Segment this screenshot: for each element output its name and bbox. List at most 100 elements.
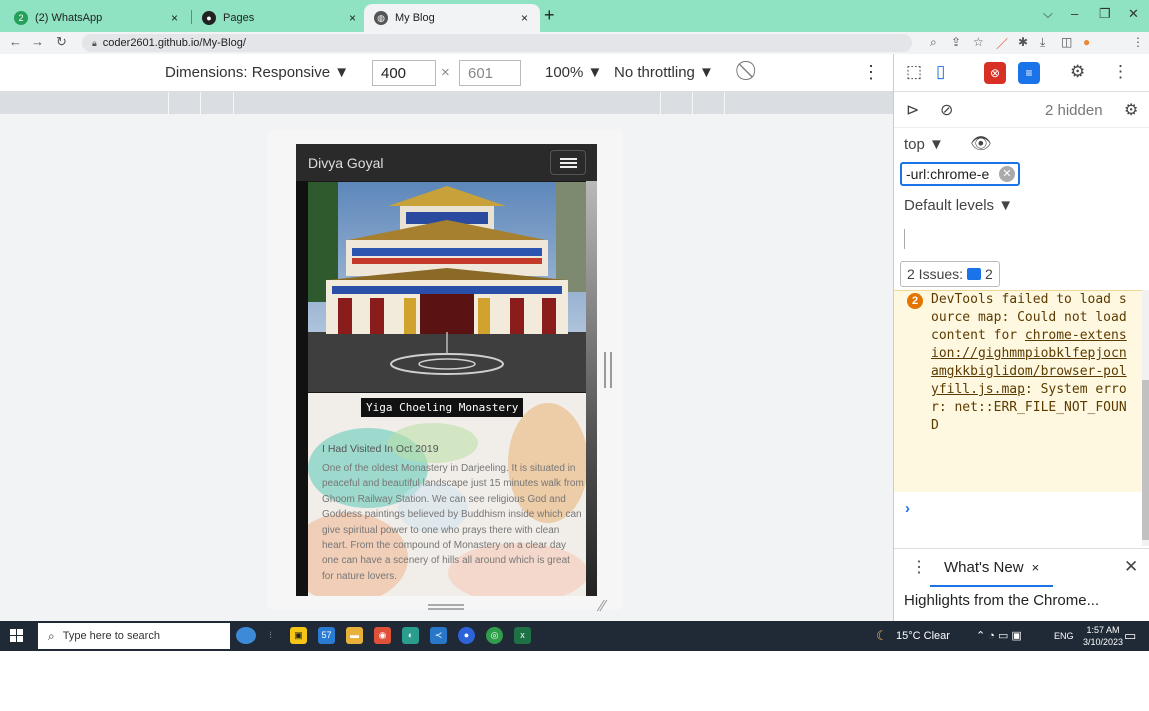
excel-icon[interactable]: x <box>514 627 531 644</box>
windows-taskbar: ⌕ Type here to search ⫶ ▣ 57 ▬ ◉ ◐ ≺ ● ◎… <box>0 621 1149 651</box>
resize-handle-corner[interactable]: ∕∕ <box>600 598 605 616</box>
device-toggle-icon[interactable]: ▯ <box>936 62 945 82</box>
devtools-menu-icon[interactable]: ⋮ <box>1112 62 1129 82</box>
tab-label: (2) WhatsApp <box>35 12 103 24</box>
resize-handle-right[interactable] <box>604 352 612 388</box>
viewport-stage: Divya Goyal I Had Visited In Oct 2019 On… <box>0 114 893 621</box>
log-levels-dropdown[interactable]: Default levels ▼ <box>904 197 1013 214</box>
moon-weather-icon: ☾ <box>876 628 888 643</box>
height-input[interactable]: 601 <box>459 60 521 86</box>
dimensions-dropdown[interactable]: Dimensions: Responsive ▼ <box>165 64 349 81</box>
issues-badge-icon[interactable]: ≡ <box>1018 62 1040 84</box>
clock[interactable]: 1:57 AM 3/10/2023 <box>1083 624 1123 648</box>
file-explorer-icon[interactable]: ▬ <box>346 627 363 644</box>
zoom-icon[interactable]: ● <box>458 627 475 644</box>
side-panel-icon[interactable]: ◫ <box>1061 35 1072 49</box>
forward-arrow-icon[interactable]: → <box>31 34 44 49</box>
extensions-puzzle-icon[interactable]: ✱ <box>1018 35 1028 49</box>
sidebar-toggle-icon[interactable]: ⊳ <box>906 100 919 120</box>
settings-gear-icon[interactable]: ⚙ <box>1070 62 1085 82</box>
emulated-page: Divya Goyal I Had Visited In Oct 2019 On… <box>296 144 597 596</box>
visited-date: I Had Visited In Oct 2019 <box>322 443 439 455</box>
background-strip <box>586 181 597 596</box>
whats-new-highlights[interactable]: Highlights from the Chrome... <box>904 592 1099 609</box>
download-icon[interactable]: ⤓ <box>1040 35 1045 50</box>
hamburger-menu-icon[interactable] <box>550 150 586 175</box>
context-row: top ▼ 👁︎ <box>894 128 1149 160</box>
browser-tab-strip: 2 (2) WhatsApp × ● Pages × ◍ My Blog × +… <box>0 0 1149 32</box>
pen-extension-icon[interactable]: ／ <box>996 35 1008 52</box>
language-indicator[interactable]: ENG <box>1054 631 1074 641</box>
drawer-tab-close-icon[interactable]: × <box>1032 560 1040 575</box>
taskbar-search-input[interactable]: ⌕ Type here to search <box>38 623 230 649</box>
resize-handle-bottom[interactable] <box>428 604 464 610</box>
new-tab-button[interactable]: + <box>544 5 555 26</box>
tab-whatsapp[interactable]: 2 (2) WhatsApp × <box>4 4 190 32</box>
filter-cursor <box>904 229 905 249</box>
background-strip <box>296 181 308 596</box>
console-scrollbar-thumb[interactable] <box>1142 380 1149 540</box>
tab-label: My Blog <box>395 12 435 24</box>
browser-menu-icon[interactable]: ⋮ <box>1132 35 1144 49</box>
notification-icon[interactable]: ▭ <box>1124 628 1136 644</box>
blog-card: I Had Visited In Oct 2019 One of the old… <box>308 393 586 596</box>
tab-close-icon[interactable]: × <box>171 11 178 25</box>
close-window-button[interactable]: ✕ <box>1128 6 1139 22</box>
console-settings-icon[interactable]: ⚙ <box>1124 100 1138 120</box>
context-selector[interactable]: top ▼ <box>904 136 944 153</box>
console-prompt[interactable]: › <box>905 500 910 517</box>
paint-icon[interactable]: ◉ <box>374 627 391 644</box>
tab-search-icon[interactable]: ⌵ <box>1043 6 1053 22</box>
inspect-element-icon[interactable]: ⬚ <box>906 62 922 82</box>
tab-pages[interactable]: ● Pages × <box>192 4 368 32</box>
edge-icon[interactable]: ◐ <box>402 627 419 644</box>
profile-avatar[interactable]: ● <box>1083 35 1090 49</box>
back-arrow-icon[interactable]: ← <box>9 34 22 49</box>
mail-icon[interactable]: 57 <box>318 627 335 644</box>
eye-icon[interactable]: 👁︎ <box>970 134 992 154</box>
clear-filter-icon[interactable]: ✕ <box>999 166 1015 182</box>
drawer-tab-label: What's New <box>944 558 1024 576</box>
tab-my-blog[interactable]: ◍ My Blog × <box>364 4 540 32</box>
media-query-bar[interactable] <box>0 92 893 114</box>
site-brand[interactable]: Divya Goyal <box>308 155 383 171</box>
photo-caption: Yiga Choeling Monastery <box>361 398 524 417</box>
device-toolbar: Dimensions: Responsive ▼ 400 × 601 100% … <box>0 54 893 92</box>
vscode-icon[interactable]: ≺ <box>430 627 447 644</box>
maximize-button[interactable]: ❐ <box>1099 6 1111 22</box>
error-badge-icon[interactable]: ⊗ <box>984 62 1006 84</box>
blog-description: One of the oldest Monastery in Darjeelin… <box>322 463 584 582</box>
task-view-icon[interactable]: ⫶ <box>262 627 279 644</box>
device-options-icon[interactable]: ⋮ <box>862 62 880 83</box>
share-icon[interactable]: ⇪ <box>951 35 961 49</box>
drawer-menu-icon[interactable]: ⋮ <box>911 557 927 577</box>
weather-text[interactable]: 15°C Clear <box>896 630 950 642</box>
tray-icons[interactable]: ⌃ ◔ ▭ ▣ <box>976 629 1022 642</box>
search-placeholder: Type here to search <box>62 630 160 642</box>
chrome-icon[interactable]: ◎ <box>486 627 503 644</box>
windows-start-icon[interactable] <box>10 629 24 643</box>
store-icon[interactable]: ▣ <box>290 627 307 644</box>
reload-icon[interactable]: ↻ <box>56 34 67 50</box>
width-input[interactable]: 400 <box>372 60 436 86</box>
throttling-dropdown[interactable]: No throttling ▼ <box>614 64 714 81</box>
drawer-close-icon[interactable]: ✕ <box>1124 557 1138 577</box>
message-text: DevTools failed to load source map: Coul… <box>931 291 1131 435</box>
search-icon: ⌕ <box>48 628 55 643</box>
tab-close-icon[interactable]: × <box>349 11 356 25</box>
issues-button[interactable]: 2 Issues: 2 <box>900 261 1000 287</box>
tab-close-icon[interactable]: × <box>521 11 528 25</box>
clear-console-icon[interactable]: ⊘ <box>940 100 953 120</box>
tab-whats-new[interactable]: What's New × <box>930 549 1054 587</box>
dimension-times-sign: × <box>441 64 450 81</box>
zoom-dropdown[interactable]: 100% ▼ <box>545 64 602 81</box>
minimize-button[interactable]: – <box>1071 6 1078 21</box>
bookmark-star-icon[interactable]: ☆ <box>973 35 984 49</box>
weather-widget-icon[interactable] <box>236 627 256 644</box>
zoom-icon[interactable]: ⌕ <box>930 35 937 50</box>
address-bar[interactable]: 🔒︎ coder2601.github.io/My-Blog/ <box>82 34 912 52</box>
devtools-tabbar: ⬚ ▯ ⊗ ≡ ⚙ ⋮ <box>894 54 1149 92</box>
issues-icon <box>967 268 982 280</box>
hidden-messages-count[interactable]: 2 hidden <box>1045 102 1103 119</box>
console-filter-input[interactable]: -url:chrome-e ✕ <box>900 162 1020 186</box>
